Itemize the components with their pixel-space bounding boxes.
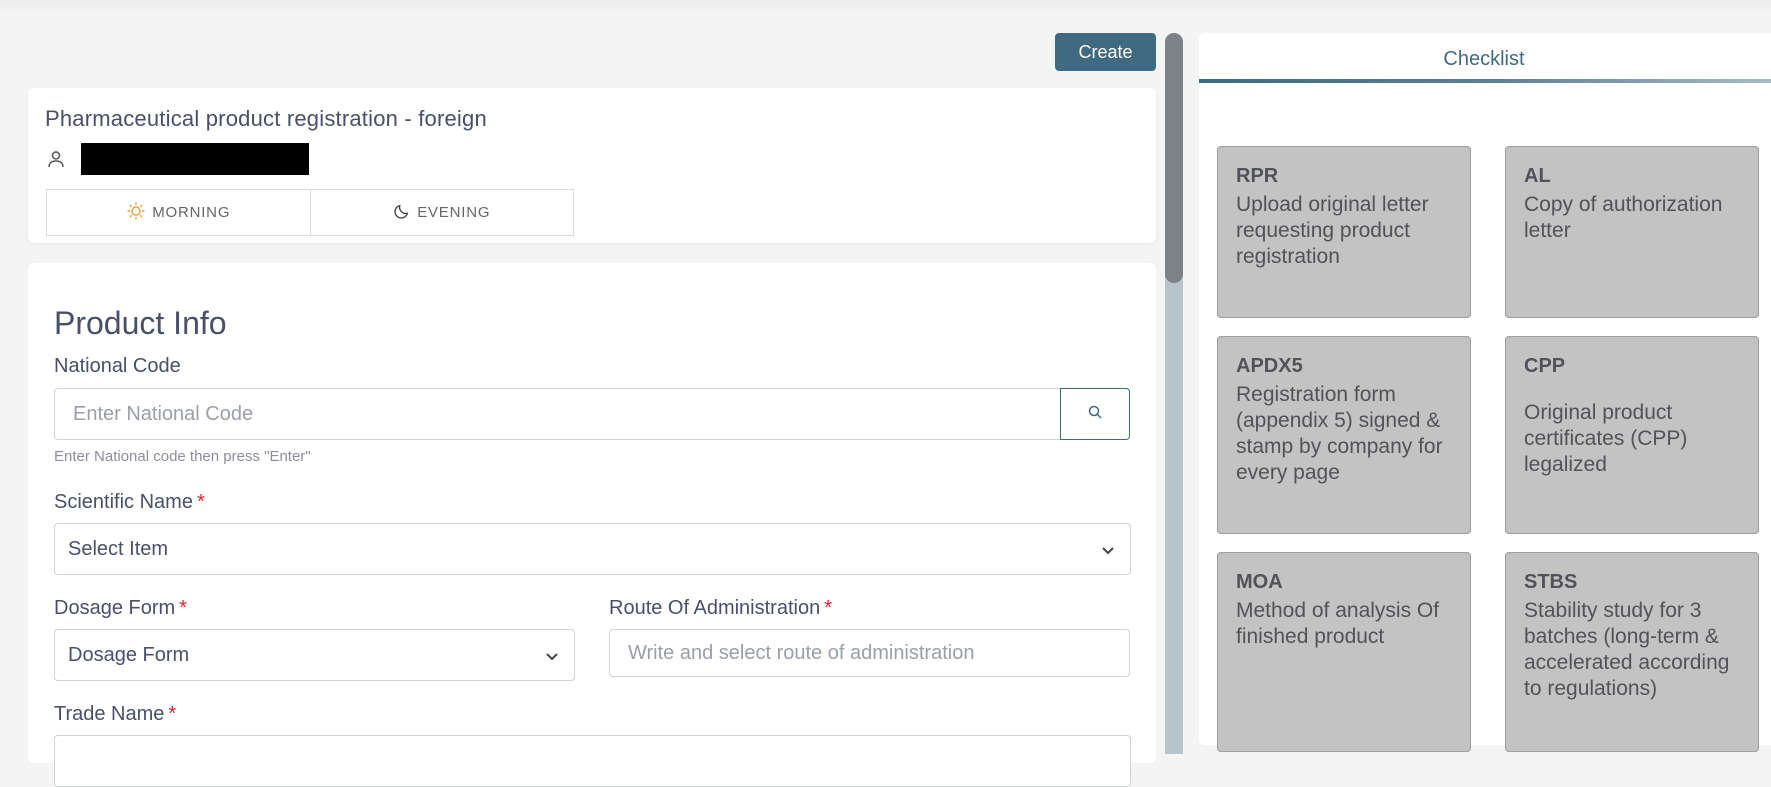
required-marker: * <box>824 597 833 619</box>
search-icon <box>1087 404 1103 425</box>
checklist-item-stbs[interactable]: STBS Stability study for 3 batches (long… <box>1505 552 1759 752</box>
request-header-card: Pharmaceutical product registration - fo… <box>28 88 1156 243</box>
tab-checklist[interactable]: Checklist <box>1199 33 1771 85</box>
search-button[interactable] <box>1060 388 1130 440</box>
checklist-item-desc: Upload original letter requesting produc… <box>1236 193 1429 268</box>
route-placeholder: Write and select route of administration <box>628 641 975 664</box>
sun-icon <box>126 201 146 225</box>
checklist-item-rpr[interactable]: RPR Upload original letter requesting pr… <box>1217 146 1471 318</box>
tab-underline <box>1199 79 1771 83</box>
chevron-down-icon <box>1100 541 1116 557</box>
create-button[interactable]: Create <box>1055 33 1156 71</box>
national-code-hint: Enter National code then press "Enter" <box>54 448 311 465</box>
checklist-item-code: MOA <box>1236 571 1283 593</box>
dosage-form-label: Dosage Form * <box>54 597 187 620</box>
checklist-item-desc: Method of analysis Of finished product <box>1236 599 1440 648</box>
checklist-item-cpp[interactable]: CPP Original product certificates (CPP) … <box>1505 336 1759 534</box>
checklist-item-desc: Copy of authorization letter <box>1524 193 1723 242</box>
product-info-form: Product Info National Code Enter Nationa… <box>28 263 1156 787</box>
route-input[interactable]: Write and select route of administration <box>609 629 1130 677</box>
scientific-name-label-text: Scientific Name <box>54 491 193 513</box>
trade-name-label-text: Trade Name <box>54 703 165 725</box>
redacted-username <box>81 143 309 175</box>
checklist-item-code: STBS <box>1524 571 1578 593</box>
chevron-down-icon <box>544 647 560 663</box>
checklist-item-code: AL <box>1524 165 1551 187</box>
required-marker: * <box>179 597 187 619</box>
trade-name-input[interactable] <box>54 735 1131 787</box>
national-code-input[interactable]: Enter National Code <box>54 388 1061 440</box>
route-label-text: Route Of Administration <box>609 597 821 619</box>
user-row <box>45 143 309 175</box>
top-bar <box>0 0 1771 14</box>
dosage-form-value: Dosage Form <box>68 643 190 666</box>
scrollbar-thumb[interactable] <box>1165 33 1183 283</box>
shift-evening-label: EVENING <box>417 204 491 221</box>
shift-selector: MORNING EVENING <box>46 189 574 236</box>
checklist-item-desc: Registration form (appendix 5) signed & … <box>1236 383 1443 484</box>
checklist-item-al[interactable]: AL Copy of authorization letter <box>1505 146 1759 318</box>
scientific-name-label: Scientific Name * <box>54 491 205 514</box>
checklist-item-code: RPR <box>1236 165 1279 187</box>
checklist-item-code: APDX5 <box>1236 355 1303 377</box>
dosage-form-select[interactable]: Dosage Form <box>54 629 575 681</box>
section-title: Product Info <box>54 305 227 341</box>
national-code-label: National Code <box>54 355 181 377</box>
scientific-name-select[interactable]: Select Item <box>54 523 1131 575</box>
dosage-form-label-text: Dosage Form <box>54 597 176 619</box>
checklist-panel: Checklist RPR Upload original letter req… <box>1199 33 1771 752</box>
moon-icon <box>393 202 411 224</box>
shift-evening[interactable]: EVENING <box>309 190 574 235</box>
scientific-name-value: Select Item <box>68 537 169 560</box>
shift-morning-label: MORNING <box>152 204 231 221</box>
checklist-item-desc: Stability study for 3 batches (long-term… <box>1524 599 1730 700</box>
trade-name-label: Trade Name * <box>54 703 176 726</box>
route-label: Route Of Administration * <box>609 597 832 620</box>
required-marker: * <box>168 703 177 725</box>
checklist-item-moa[interactable]: MOA Method of analysis Of finished produ… <box>1217 552 1471 752</box>
user-icon <box>45 148 67 170</box>
required-marker: * <box>196 491 205 513</box>
checklist-item-apdx5[interactable]: APDX5 Registration form (appendix 5) sig… <box>1217 336 1471 534</box>
shift-morning[interactable]: MORNING <box>47 190 310 235</box>
national-code-placeholder: Enter National Code <box>73 402 254 425</box>
checklist-item-code: CPP <box>1524 355 1566 377</box>
checklist-item-desc: Original product certificates (CPP) lega… <box>1524 401 1688 476</box>
page-title: Pharmaceutical product registration - fo… <box>45 106 487 131</box>
